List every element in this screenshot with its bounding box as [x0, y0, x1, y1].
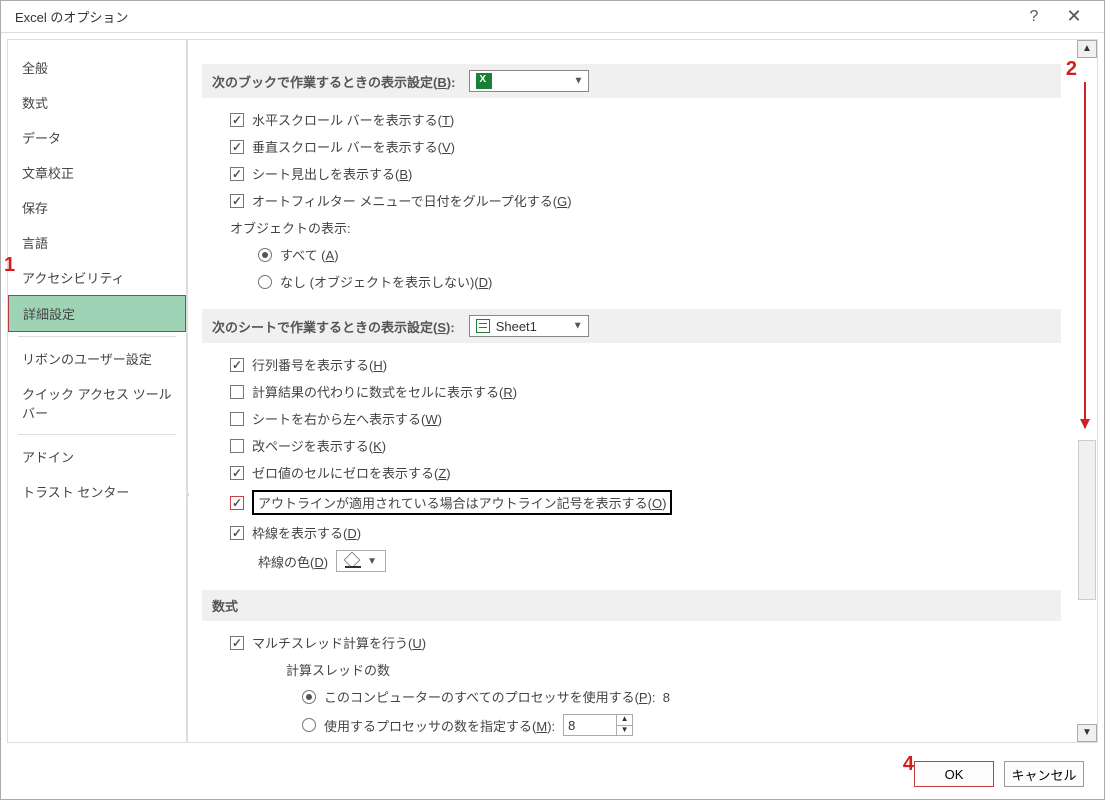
cancel-button[interactable]: キャンセル	[1004, 761, 1084, 787]
book-dropdown[interactable]: ▼	[469, 70, 589, 92]
checkbox-vertical-scrollbar[interactable]	[230, 140, 244, 154]
gridline-color-label: 枠線の色(D)	[258, 552, 328, 571]
section-sheet-display: 次のシートで作業するときの表示設定(S): Sheet1 ▼	[202, 309, 1061, 343]
checkbox-headings[interactable]	[230, 358, 244, 372]
ok-button[interactable]: OK	[914, 761, 994, 787]
sidebar-item-proofing[interactable]: 文章校正	[8, 155, 186, 190]
footer: 4 OK キャンセル	[1, 749, 1104, 799]
annotation-4: 4	[903, 753, 914, 776]
row-vertical-scrollbar: 垂直スクロール バーを表示する(V)	[202, 133, 1061, 160]
checkbox-autofilter-grouping[interactable]	[230, 194, 244, 208]
outline-symbols-label: アウトラインが適用されている場合はアウトライン記号を表示する(O)	[252, 490, 672, 515]
sheet-dropdown[interactable]: Sheet1 ▼	[469, 315, 589, 337]
chevron-down-icon: ▼	[574, 76, 584, 87]
row-gridlines: 枠線を表示する(D)	[202, 519, 1061, 546]
row-manual-processors: 使用するプロセッサの数を指定する(M): 8 ▲ ▼	[202, 710, 1061, 740]
scrollbar-up[interactable]: ▲	[1077, 40, 1097, 58]
spinner-up[interactable]: ▲	[616, 715, 632, 726]
checkbox-zero-values[interactable]	[230, 466, 244, 480]
section-book-display-label: 次のブックで作業するときの表示設定(B):	[212, 72, 455, 91]
sidebar-item-trust-center[interactable]: トラスト センター	[8, 474, 186, 509]
threads-label: 計算スレッドの数	[202, 656, 1061, 683]
excel-icon	[476, 73, 492, 89]
sidebar-item-data[interactable]: データ	[8, 120, 186, 155]
checkbox-page-breaks[interactable]	[230, 439, 244, 453]
row-autofilter-grouping: オートフィルター メニューで日付をグループ化する(G)	[202, 187, 1061, 214]
section-sheet-display-label: 次のシートで作業するときの表示設定(S):	[212, 317, 455, 336]
radio-objects-none[interactable]	[258, 275, 272, 289]
radio-manual-processors[interactable]	[302, 718, 316, 732]
annotation-2: 2	[1066, 58, 1077, 81]
section-formula: 数式	[202, 590, 1061, 621]
sidebar-item-formulas[interactable]: 数式	[8, 85, 186, 120]
row-headings: 行列番号を表示する(H)	[202, 351, 1061, 378]
checkbox-outline-symbols[interactable]	[230, 496, 244, 510]
dialog-body: 1 全般 数式 データ 文章校正 保存 言語 アクセシビリティ 詳細設定 リボン…	[1, 33, 1104, 749]
radio-all-processors[interactable]	[302, 690, 316, 704]
sidebar-item-general[interactable]: 全般	[8, 50, 186, 85]
row-zero-values: ゼロ値のセルにゼロを表示する(Z)	[202, 459, 1061, 486]
close-button[interactable]: ✕	[1054, 6, 1094, 27]
checkbox-multithread[interactable]	[230, 636, 244, 650]
sidebar-item-addins[interactable]: アドイン	[8, 439, 186, 474]
sidebar-item-language[interactable]: 言語	[8, 225, 186, 260]
sheet-dropdown-value: Sheet1	[496, 319, 537, 334]
row-multithread: マルチスレッド計算を行う(U)	[202, 629, 1061, 656]
content-inner: 次のブックで作業するときの表示設定(B): ▼ 水平スクロール バーを表示する(…	[188, 40, 1075, 742]
sidebar-item-customize-ribbon[interactable]: リボンのユーザー設定	[8, 341, 186, 376]
radio-objects-all[interactable]	[258, 248, 272, 262]
checkbox-gridlines[interactable]	[230, 526, 244, 540]
sidebar: 1 全般 数式 データ 文章校正 保存 言語 アクセシビリティ 詳細設定 リボン…	[7, 39, 187, 743]
row-gridline-color: 枠線の色(D) ▼	[202, 546, 1061, 576]
spinner-buttons: ▲ ▼	[616, 715, 632, 735]
row-objects-all: すべて (A)	[202, 241, 1061, 268]
scrollbar-down[interactable]: ▼	[1077, 724, 1097, 742]
row-page-breaks: 改ページを表示する(K)	[202, 432, 1061, 459]
checkbox-sheet-tabs[interactable]	[230, 167, 244, 181]
chevron-down-icon: ▼	[367, 556, 377, 567]
titlebar: Excel のオプション ? ✕	[1, 1, 1104, 33]
help-button[interactable]: ?	[1014, 8, 1054, 26]
scrollbar-thumb[interactable]	[1078, 440, 1096, 600]
spinner-down[interactable]: ▼	[616, 726, 632, 736]
processor-count-input[interactable]: 8 ▲ ▼	[563, 714, 633, 736]
processor-count-value: 8	[568, 718, 575, 733]
sidebar-item-advanced[interactable]: 詳細設定	[8, 295, 186, 332]
sidebar-separator	[18, 434, 176, 435]
sheet-icon	[476, 319, 490, 333]
row-horizontal-scrollbar: 水平スクロール バーを表示する(T)	[202, 106, 1061, 133]
scrollbar[interactable]: ▲ ▼	[1077, 40, 1097, 742]
sidebar-item-quick-access[interactable]: クイック アクセス ツール バー	[8, 376, 186, 430]
row-outline-symbols: 3 アウトラインが適用されている場合はアウトライン記号を表示する(O)	[202, 486, 1061, 519]
row-rtl: シートを右から左へ表示する(W)	[202, 405, 1061, 432]
chevron-down-icon: ▼	[573, 321, 583, 332]
row-show-formulas: 計算結果の代わりに数式をセルに表示する(R)	[202, 378, 1061, 405]
row-objects-none: なし (オブジェクトを表示しない)(D)	[202, 268, 1061, 295]
options-dialog: Excel のオプション ? ✕ 1 全般 数式 データ 文章校正 保存 言語 …	[0, 0, 1105, 800]
row-sheet-tabs: シート見出しを表示する(B)	[202, 160, 1061, 187]
objects-label: オブジェクトの表示:	[202, 214, 1061, 241]
row-all-processors: このコンピューターのすべてのプロセッサを使用する(P): 8	[202, 683, 1061, 710]
checkbox-show-formulas[interactable]	[230, 385, 244, 399]
sidebar-separator	[18, 336, 176, 337]
checkbox-horizontal-scrollbar[interactable]	[230, 113, 244, 127]
sidebar-item-accessibility[interactable]: アクセシビリティ	[8, 260, 186, 295]
paint-bucket-icon	[345, 553, 361, 569]
sidebar-item-save[interactable]: 保存	[8, 190, 186, 225]
dialog-title: Excel のオプション	[11, 7, 1014, 26]
content-panel: 次のブックで作業するときの表示設定(B): ▼ 水平スクロール バーを表示する(…	[187, 39, 1098, 743]
annotation-3: 3	[188, 482, 189, 505]
scroll-arrow-annotation	[1084, 82, 1086, 428]
section-book-display: 次のブックで作業するときの表示設定(B): ▼	[202, 64, 1061, 98]
gridline-color-picker[interactable]: ▼	[336, 550, 386, 572]
annotation-1: 1	[4, 254, 15, 277]
checkbox-rtl[interactable]	[230, 412, 244, 426]
section-formula-label: 数式	[212, 596, 238, 615]
